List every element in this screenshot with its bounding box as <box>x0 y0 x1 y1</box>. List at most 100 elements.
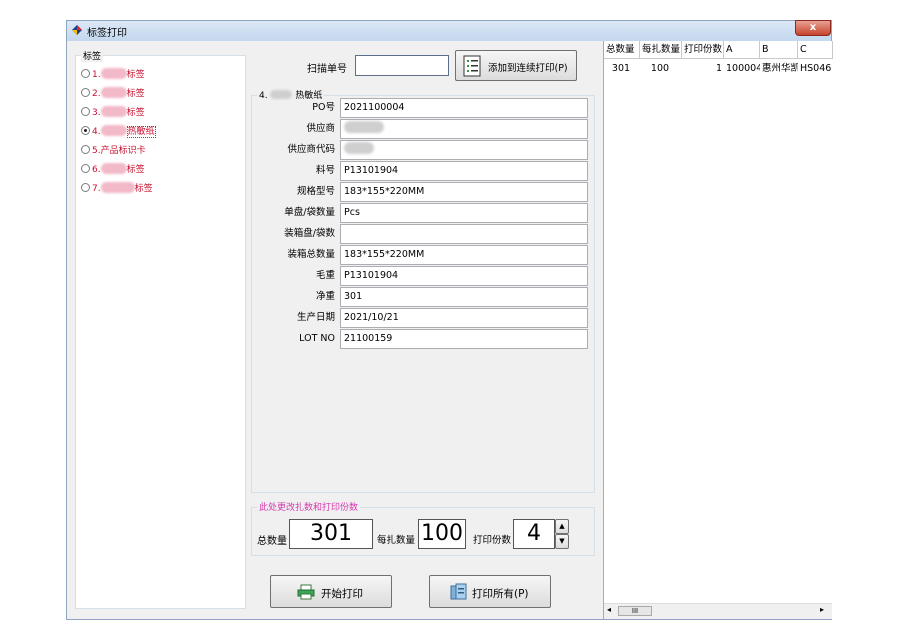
label-option[interactable]: 2. 标签 <box>81 86 145 100</box>
label-option-prefix: 3. <box>92 108 101 118</box>
field-label: 生产日期 <box>296 312 335 323</box>
per-bundle-field[interactable]: 100 <box>418 519 466 549</box>
label-option[interactable]: 3. 标签 <box>81 105 145 119</box>
grid-header: 总数量 每扎数量 打印份数 A B C <box>604 41 833 59</box>
field-value: P13101904 <box>344 270 399 281</box>
label-list-group <box>75 55 246 609</box>
printer-icon <box>297 584 315 600</box>
label-option[interactable]: 5.产品标识卡 <box>81 143 146 157</box>
label-option[interactable]: 1. 标签 <box>81 67 145 81</box>
field-input[interactable]: Pcs <box>340 203 588 223</box>
label-option-suffix: 标签 <box>126 89 145 99</box>
radio-icon[interactable] <box>81 88 90 97</box>
grid-cell: 惠州华凯 <box>762 63 798 74</box>
radio-icon[interactable] <box>81 69 90 78</box>
close-button[interactable]: x <box>795 20 831 36</box>
redacted-text <box>344 121 384 133</box>
grid-column-header[interactable]: 每扎数量 <box>640 41 682 59</box>
print-all-label: 打印所有(P) <box>472 588 529 600</box>
grid-column-header[interactable]: A <box>724 41 760 59</box>
field-input[interactable] <box>340 140 588 160</box>
radio-icon[interactable] <box>81 183 90 192</box>
redacted-text <box>100 182 135 193</box>
field-input[interactable]: 183*155*220MM <box>340 182 588 202</box>
scan-input[interactable] <box>355 55 449 76</box>
arrow-up-icon: ▲ <box>559 522 565 530</box>
redacted-text <box>100 87 127 98</box>
grid-column-header[interactable]: 总数量 <box>604 41 640 59</box>
label-option-prefix: 7. <box>92 184 101 194</box>
field-label: PO号 <box>312 102 335 113</box>
scroll-right-icon[interactable]: ▸ <box>820 605 824 614</box>
field-label: 毛重 <box>315 270 335 281</box>
redacted-text <box>100 163 127 174</box>
start-print-button[interactable]: 开始打印 <box>270 575 392 608</box>
field-label: 供应商 <box>306 123 335 134</box>
print-all-icon <box>450 583 467 600</box>
radio-icon[interactable] <box>81 145 90 154</box>
field-input[interactable]: 301 <box>340 287 588 307</box>
label-option[interactable]: 4. 热敏纸 <box>81 124 156 138</box>
per-bundle-label: 每扎数量 <box>377 535 416 546</box>
label-print-window: 标签打印 x 标签 1. 标签 2. 标签 3. 标签 4. 热敏纸 5.产品标识卡 6. 标签 7.… <box>66 20 833 620</box>
label-option-suffix: 标签 <box>126 70 145 80</box>
label-option-prefix: 6. <box>92 165 101 175</box>
copies-field[interactable]: 4 <box>513 519 555 549</box>
grid-cell: 1 <box>715 63 722 74</box>
copies-label: 打印份数 <box>473 535 512 546</box>
radio-icon[interactable] <box>81 126 90 135</box>
radio-icon[interactable] <box>81 164 90 173</box>
redacted-text <box>100 106 127 117</box>
field-input[interactable] <box>340 119 588 139</box>
label-option-prefix: 4. <box>92 127 101 137</box>
field-input[interactable]: P13101904 <box>340 266 588 286</box>
label-option[interactable]: 6. 标签 <box>81 162 145 176</box>
grid-column-header[interactable]: 打印份数 <box>682 41 724 59</box>
scan-label: 扫描单号 <box>307 64 347 75</box>
field-input[interactable]: P13101904 <box>340 161 588 181</box>
radio-icon[interactable] <box>81 107 90 116</box>
add-continuous-print-button[interactable]: 添加到连续打印(P) <box>455 50 577 81</box>
total-quantity-field[interactable]: 301 <box>289 519 373 549</box>
add-continuous-print-label: 添加到连续打印(P) <box>488 63 568 74</box>
label-option[interactable]: 7. 标签 <box>81 181 153 195</box>
grid-cell: 100004 <box>726 63 760 74</box>
field-input[interactable]: 2021100004 <box>340 98 588 118</box>
copies-up-button[interactable]: ▲ <box>555 519 569 534</box>
field-value: 301 <box>344 291 363 302</box>
grid-cell: 100 <box>650 63 670 74</box>
field-input[interactable] <box>340 224 588 244</box>
field-label: 料号 <box>315 165 335 176</box>
label-list-legend: 标签 <box>81 49 104 62</box>
field-label: 装箱盘/袋数 <box>284 228 335 239</box>
title-bar[interactable]: 标签打印 x <box>67 20 831 41</box>
field-value: Pcs <box>344 207 360 218</box>
close-icon: x <box>809 22 817 33</box>
label-option-prefix: 5.产品标识卡 <box>92 146 146 156</box>
grid-column-header[interactable]: C <box>798 41 833 59</box>
field-input[interactable]: 183*155*220MM <box>340 245 588 265</box>
grid-column-header[interactable]: B <box>760 41 798 59</box>
list-document-icon <box>463 55 481 77</box>
copies-down-button[interactable]: ▼ <box>555 534 569 549</box>
app-icon <box>72 25 82 35</box>
print-all-button[interactable]: 打印所有(P) <box>429 575 551 608</box>
field-label: 装箱总数量 <box>287 249 335 260</box>
horizontal-scrollbar[interactable]: ◂ III ▸ <box>604 603 832 619</box>
label-option-prefix: 1. <box>92 70 101 80</box>
scroll-left-icon[interactable]: ◂ <box>607 605 611 614</box>
field-value: 21100159 <box>344 333 393 344</box>
copies-spinner: ▲ ▼ <box>555 519 569 549</box>
field-label: 规格型号 <box>296 186 335 197</box>
scroll-thumb[interactable]: III <box>618 606 652 616</box>
table-row[interactable]: 301 100 1 100004 惠州华凯 HS046 <box>604 61 833 77</box>
field-value: 2021/10/21 <box>344 312 399 323</box>
field-input[interactable]: 2021/10/21 <box>340 308 588 328</box>
field-input[interactable]: 21100159 <box>340 329 588 349</box>
redacted-text <box>100 68 127 79</box>
data-grid[interactable]: 总数量 每扎数量 打印份数 A B C 301 100 1 100004 惠州华凯 HS046 ◂ … <box>603 41 833 619</box>
label-option-suffix: 标签 <box>134 184 153 194</box>
label-option-suffix: 标签 <box>126 108 145 118</box>
redacted-text <box>100 125 127 136</box>
field-label: 供应商代码 <box>287 144 335 155</box>
